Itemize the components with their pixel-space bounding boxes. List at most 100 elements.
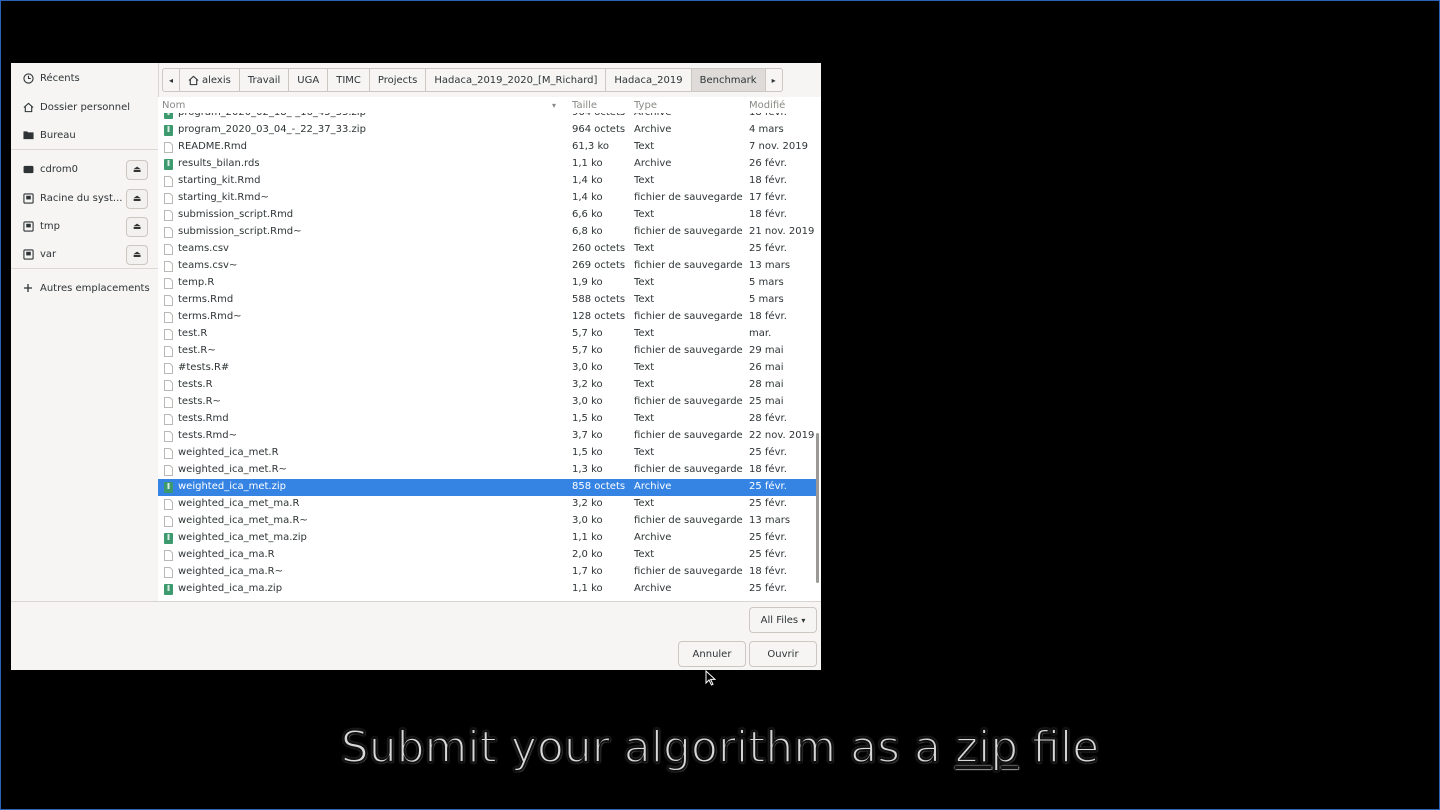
file-modified: 25 févr. — [749, 243, 787, 254]
file-size: 3,0 ko — [572, 362, 603, 373]
file-row[interactable]: weighted_ica_met_ma.R~ 3,0 ko fichier de s… — [158, 513, 819, 530]
text-file-icon — [164, 380, 173, 391]
eject-icon[interactable]: ⏏ — [126, 245, 148, 265]
sidebar-item-2[interactable]: Bureau — [11, 122, 158, 148]
file-row[interactable]: weighted_ica_met.R 1,5 ko Text 25 févr. — [158, 445, 819, 462]
file-type: fichier de sauvegarde — [634, 260, 743, 271]
eject-icon[interactable]: ⏏ — [126, 189, 148, 209]
file-modified: 25 févr. — [749, 447, 787, 458]
open-button[interactable]: Ouvrir — [749, 641, 817, 667]
file-size: 588 octets — [572, 294, 626, 305]
filter-label: All Files — [760, 614, 799, 626]
vertical-scrollbar[interactable] — [816, 433, 819, 583]
file-type: Text — [634, 294, 655, 305]
file-name: starting_kit.Rmd~ — [178, 192, 269, 203]
file-row[interactable]: weighted_ica_met.R~ 1,3 ko fichier de sauv… — [158, 462, 819, 479]
divider — [11, 601, 821, 602]
file-modified: 18 févr. — [749, 311, 787, 322]
file-size: 964 octets — [572, 113, 625, 118]
cancel-button[interactable]: Annuler — [678, 641, 746, 667]
file-row[interactable]: test.R 5,7 ko Text mar. — [158, 326, 819, 343]
file-size: 1,9 ko — [572, 277, 603, 288]
path-crumb-3[interactable]: TIMC — [328, 68, 370, 92]
file-modified: 21 nov. 2019 — [749, 226, 815, 237]
file-list-header: Nom ▾ Taille Type Modifié — [158, 97, 821, 113]
file-type: Text — [634, 209, 655, 220]
column-type-header[interactable]: Type — [634, 100, 657, 111]
file-row[interactable]: weighted_ica_met.zip 858 octets Archive 25 … — [158, 479, 819, 496]
file-size: 1,1 ko — [572, 158, 603, 169]
text-file-icon — [164, 567, 173, 578]
sidebar-item-3[interactable]: cdrom0 ⏏ — [11, 156, 158, 182]
path-crumb-5[interactable]: Hadaca_2019_2020_[M_Richard] — [426, 68, 607, 92]
file-row[interactable]: tests.R 3,2 ko Text 28 mai — [158, 377, 819, 394]
column-name-header[interactable]: Nom — [162, 100, 185, 111]
text-file-icon — [164, 414, 173, 425]
file-name: teams.csv — [178, 243, 229, 254]
sidebar-item-1[interactable]: Dossier personnel — [11, 94, 158, 120]
file-type: Archive — [634, 113, 671, 118]
file-row[interactable]: terms.Rmd~ 128 octets fichier de sauvegard… — [158, 309, 819, 326]
file-row[interactable]: teams.csv 260 octets Text 25 févr. — [158, 241, 819, 258]
file-row[interactable]: results_bilan.rds 1,1 ko Archive 26 févr. — [158, 156, 819, 173]
column-modified-header[interactable]: Modifié — [749, 100, 785, 111]
file-row[interactable]: program_2020_03_04_-_22_37_33.zip 964 oct… — [158, 122, 819, 139]
file-row[interactable]: tests.Rmd 1,5 ko Text 28 févr. — [158, 411, 819, 428]
sidebar-item-0[interactable]: Récents — [11, 65, 158, 91]
file-row[interactable]: weighted_ica_ma.R 2,0 ko Text 25 févr. — [158, 547, 819, 564]
file-modified: 28 févr. — [749, 413, 787, 424]
file-list[interactable]: weighted_ica_ma.zip 1,1 ko Archive 25 févr.… — [158, 113, 821, 601]
eject-icon[interactable]: ⏏ — [126, 217, 148, 237]
path-scroll-right-button[interactable]: ▸ — [765, 68, 783, 92]
file-row[interactable]: weighted_ica_met_ma.zip 1,1 ko Archive 25 f… — [158, 530, 819, 547]
sidebar-item-6[interactable]: var ⏏ — [11, 241, 158, 267]
file-filter-dropdown[interactable]: All Files ▾ — [749, 607, 817, 633]
file-name: weighted_ica_met_ma.R~ — [178, 515, 308, 526]
eject-icon[interactable]: ⏏ — [126, 160, 148, 180]
path-crumb-0[interactable]: alexis — [180, 68, 240, 92]
file-row[interactable]: tests.Rmd~ 3,7 ko fichier de sauvegarde 22 … — [158, 428, 819, 445]
path-crumb-7[interactable]: Benchmark — [691, 68, 766, 92]
archive-file-icon — [164, 584, 173, 595]
file-type: Text — [634, 362, 655, 373]
file-row[interactable]: weighted_ica_ma.zip 1,1 ko Archive 25 févr. — [158, 581, 819, 598]
path-crumb-4[interactable]: Projects — [369, 68, 427, 92]
file-row[interactable]: starting_kit.Rmd 1,4 ko Text 18 févr. — [158, 173, 819, 190]
sidebar-item-label: cdrom0 — [40, 163, 78, 175]
sidebar-item-4[interactable]: Racine du syst... ⏏ — [11, 185, 158, 211]
file-row[interactable]: test.R~ 5,7 ko fichier de sauvegarde 29 mai — [158, 343, 819, 360]
file-type: Text — [634, 243, 655, 254]
mouse-cursor-icon — [705, 670, 717, 686]
file-row[interactable]: starting_kit.Rmd~ 1,4 ko fichier de sauveg… — [158, 190, 819, 207]
text-file-icon — [164, 329, 173, 340]
path-scroll-left-button[interactable]: ◂ — [162, 68, 181, 92]
file-type: Archive — [634, 124, 672, 135]
path-crumb-2[interactable]: UGA — [289, 68, 329, 92]
file-name: program_2020_02_18_-_16_45_33.zip — [178, 113, 366, 118]
sidebar-item-7[interactable]: Autres emplacements — [11, 275, 158, 301]
archive-file-icon — [164, 482, 173, 493]
plus-icon — [22, 282, 34, 294]
file-size: 260 octets — [572, 243, 626, 254]
sidebar-item-5[interactable]: tmp ⏏ — [11, 213, 158, 239]
file-type: Text — [634, 549, 655, 560]
file-row[interactable]: weighted_ica_ma.R~ 1,7 ko fichier de sauve… — [158, 564, 819, 581]
file-row[interactable]: program_2020_02_18_-_16_45_33.zip 964 oct… — [158, 113, 819, 122]
file-size: 1,5 ko — [572, 447, 603, 458]
path-crumb-1[interactable]: Travail — [239, 68, 290, 92]
file-row[interactable]: README.Rmd 61,3 ko Text 7 nov. 2019 — [158, 139, 819, 156]
disk-icon — [22, 220, 34, 232]
file-row[interactable]: terms.Rmd 588 octets Text 5 mars — [158, 292, 819, 309]
file-row[interactable]: #tests.R# 3,0 ko Text 26 mai — [158, 360, 819, 377]
file-row[interactable]: temp.R 1,9 ko Text 5 mars — [158, 275, 819, 292]
file-type: fichier de sauvegarde — [634, 226, 743, 237]
file-row[interactable]: submission_script.Rmd 6,6 ko Text 18 févr. — [158, 207, 819, 224]
file-row[interactable]: weighted_ica_met_ma.R 3,2 ko Text 25 févr. — [158, 496, 819, 513]
path-crumb-6[interactable]: Hadaca_2019 — [606, 68, 692, 92]
file-size: 1,5 ko — [572, 413, 603, 424]
file-row[interactable]: submission_script.Rmd~ 6,8 ko fichier de s… — [158, 224, 819, 241]
column-size-header[interactable]: Taille — [572, 100, 597, 111]
file-modified: 26 févr. — [749, 158, 787, 169]
file-row[interactable]: tests.R~ 3,0 ko fichier de sauvegarde 25 ma… — [158, 394, 819, 411]
file-row[interactable]: teams.csv~ 269 octets fichier de sauvegard… — [158, 258, 819, 275]
